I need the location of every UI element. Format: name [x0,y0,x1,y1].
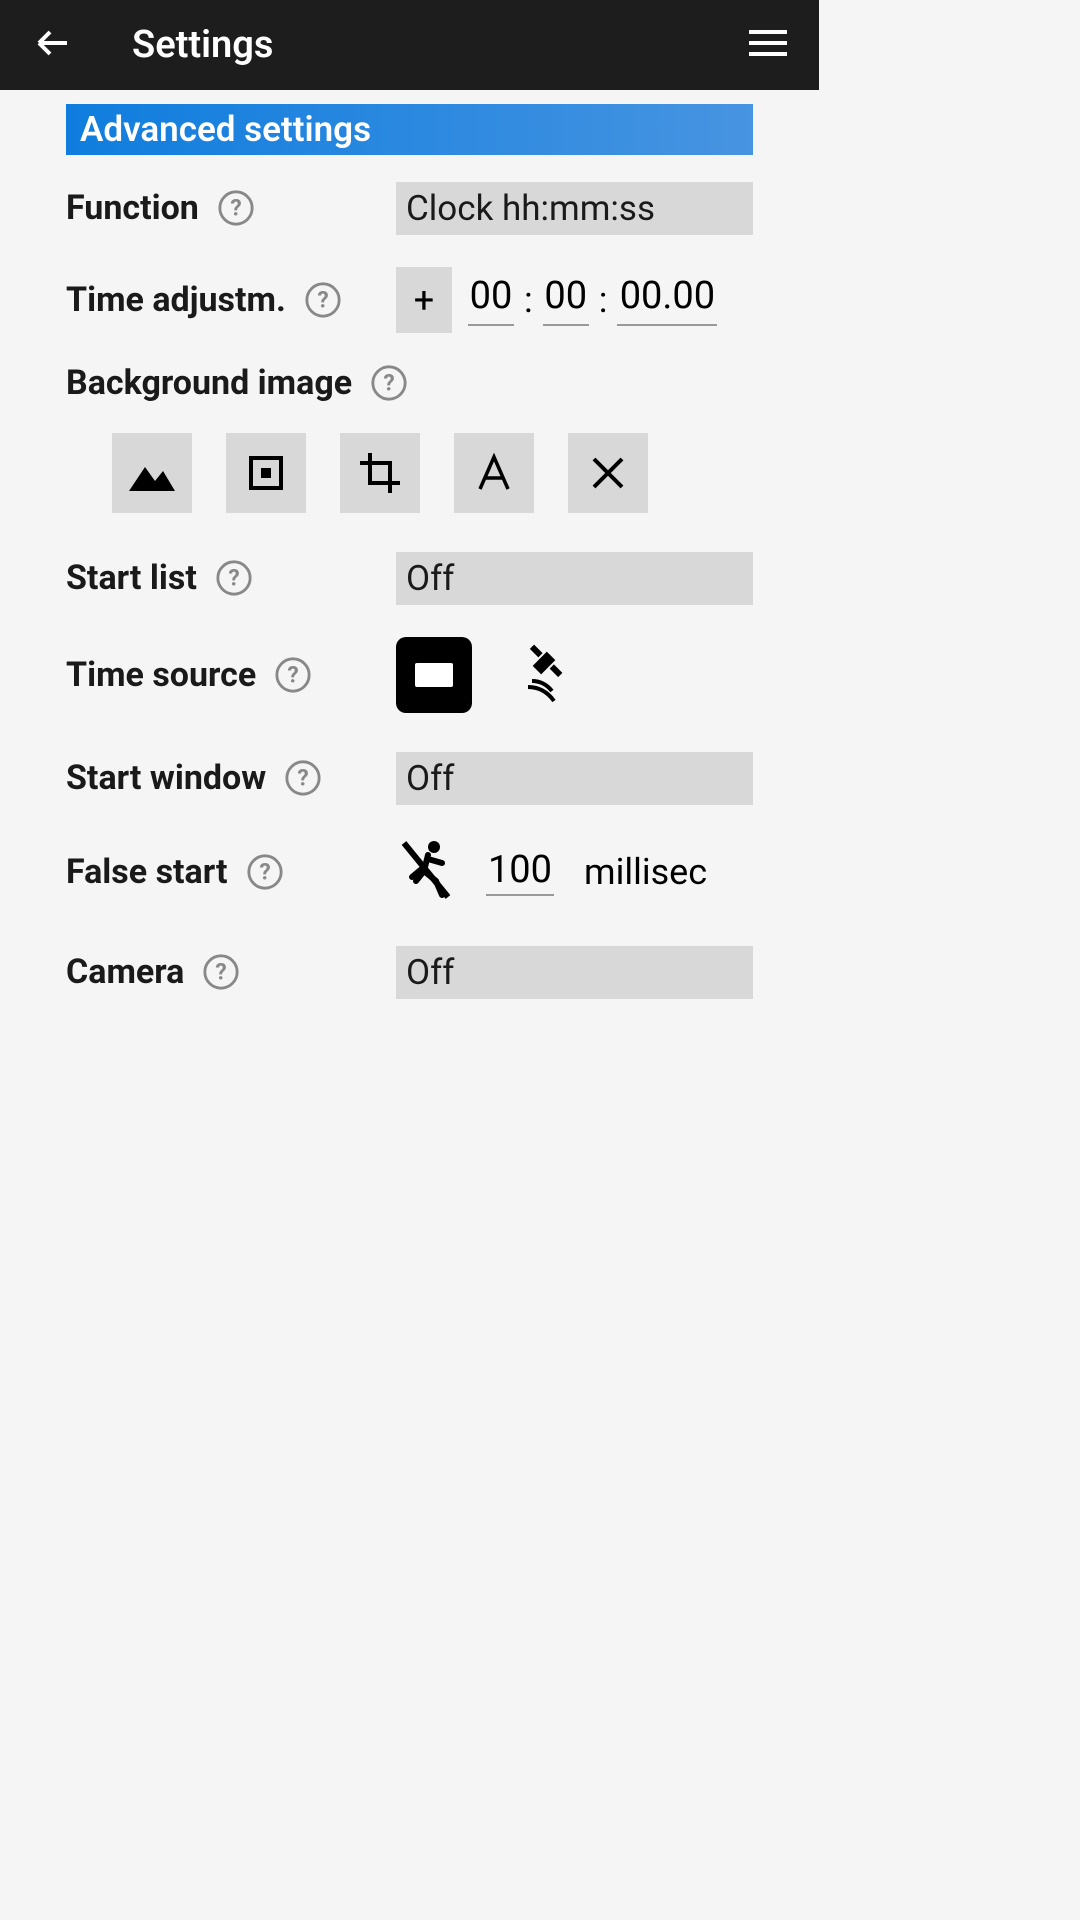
time-adjust-label: Time adjustm. [66,280,286,320]
letter-a-icon [474,453,514,493]
device-time-button[interactable] [396,637,472,713]
help-icon[interactable]: ? [370,364,408,402]
seconds-input[interactable]: 00.00 [617,274,717,326]
camera-select[interactable]: Off [396,946,753,999]
crop-button[interactable] [340,433,420,513]
background-image-row: Background image ? [66,363,753,513]
hamburger-icon [749,28,787,58]
camera-label: Camera [66,952,184,992]
app-header: Settings [0,0,819,90]
function-row: Function ? Clock hh:mm:ss [66,179,753,237]
clear-button[interactable] [568,433,648,513]
start-list-label: Start list [66,558,197,598]
svg-text:?: ? [259,859,270,886]
start-window-select[interactable]: Off [396,752,753,805]
background-image-label: Background image [66,363,352,403]
time-source-label: Time source [66,655,256,695]
function-select[interactable]: Clock hh:mm:ss [396,182,753,235]
minutes-input[interactable]: 00 [543,274,589,326]
help-icon[interactable]: ? [274,656,312,694]
help-icon[interactable]: ? [217,189,255,227]
camera-row: Camera ? Off [66,943,753,1001]
back-button[interactable] [32,23,72,67]
image-button[interactable] [112,433,192,513]
section-title: Advanced settings [66,104,753,155]
false-start-label: False start [66,852,228,892]
svg-text:?: ? [298,765,309,792]
back-arrow-icon [32,23,72,63]
false-start-row: False start ? 100 millisec [66,837,753,907]
sign-toggle-button[interactable]: + [396,267,452,333]
time-adjust-row: Time adjustm. ? + 00 : 00 : 00.00 [66,267,753,333]
svg-text:?: ? [288,662,299,689]
help-icon[interactable]: ? [202,953,240,991]
device-icon [409,655,459,695]
start-list-row: Start list ? Off [66,549,753,607]
function-label: Function [66,188,199,228]
false-start-value-input[interactable]: 100 [486,848,554,896]
settings-content: Advanced settings Function ? Clock hh:mm… [0,90,819,1045]
help-icon[interactable]: ? [304,281,342,319]
svg-text:?: ? [317,287,328,314]
start-window-label: Start window [66,758,266,798]
svg-text:?: ? [228,565,239,592]
colon: : [522,279,535,321]
square-center-icon [246,453,286,493]
satellite-icon [514,643,574,703]
image-icon [127,453,177,493]
center-button[interactable] [226,433,306,513]
close-icon [590,455,626,491]
menu-button[interactable] [749,28,787,62]
help-icon[interactable]: ? [284,759,322,797]
gps-time-button[interactable] [514,643,574,707]
false-start-toggle[interactable] [396,837,456,907]
time-source-row: Time source ? [66,637,753,713]
false-start-unit: millisec [584,851,707,893]
page-title: Settings [132,23,273,67]
svg-text:?: ? [216,959,227,986]
svg-text:?: ? [230,195,241,222]
start-window-row: Start window ? Off [66,749,753,807]
crop-icon [358,451,402,495]
hours-input[interactable]: 00 [468,274,514,326]
no-running-icon [396,837,456,903]
colon: : [597,279,610,321]
svg-text:?: ? [383,370,394,397]
help-icon[interactable]: ? [246,853,284,891]
text-button[interactable] [454,433,534,513]
help-icon[interactable]: ? [215,559,253,597]
start-list-select[interactable]: Off [396,552,753,605]
